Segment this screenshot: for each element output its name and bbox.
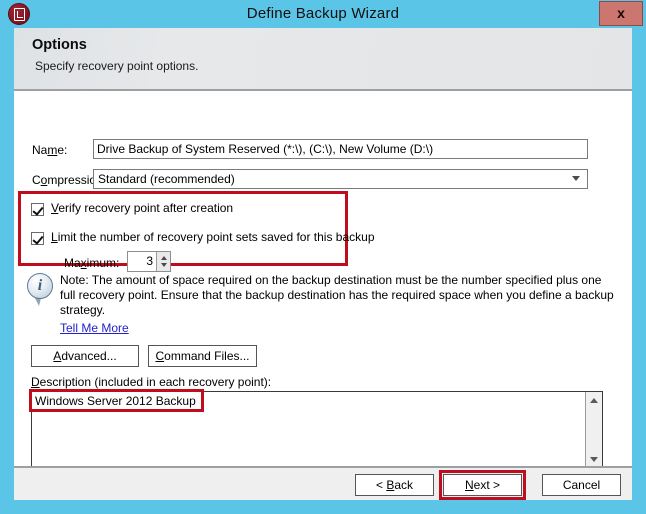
- scroll-up-icon[interactable]: [586, 392, 602, 409]
- checkbox-checked-icon: [31, 203, 44, 216]
- compression-dropdown[interactable]: Standard (recommended): [93, 169, 588, 189]
- compression-selected-value: Standard (recommended): [98, 172, 235, 186]
- close-button[interactable]: x: [599, 1, 643, 26]
- next-button[interactable]: Next >: [443, 474, 522, 496]
- define-backup-wizard-window: Define Backup Wizard x Options Specify r…: [0, 0, 646, 514]
- info-icon: [25, 273, 55, 307]
- spinner-up-icon[interactable]: [161, 256, 167, 260]
- dialog-body: Name: Compression: Standard (recommended…: [14, 93, 632, 469]
- dialog-client-area: Options Specify recovery point options. …: [14, 28, 632, 500]
- tell-me-more-link[interactable]: Tell Me More: [60, 321, 129, 335]
- page-title: Options: [32, 37, 87, 53]
- maximum-spinner-buttons[interactable]: [156, 252, 170, 271]
- maximum-stepper[interactable]: 3: [127, 251, 171, 272]
- description-scrollbar[interactable]: [585, 392, 602, 468]
- maximum-value[interactable]: 3: [128, 252, 156, 271]
- note-text: Note: The amount of space required on th…: [60, 273, 614, 317]
- advanced-button[interactable]: Advanced...: [31, 345, 139, 367]
- description-textarea[interactable]: Windows Server 2012 Backup: [31, 391, 603, 469]
- cancel-button[interactable]: Cancel: [542, 474, 621, 496]
- title-bar: Define Backup Wizard x: [0, 0, 646, 28]
- description-label: Description (included in each recovery p…: [31, 375, 272, 389]
- limit-recovery-point-sets-label: Limit the number of recovery point sets …: [51, 230, 375, 244]
- dialog-footer: < Back Next > Cancel: [14, 466, 632, 500]
- name-input[interactable]: [93, 139, 588, 159]
- wizard-header: Options Specify recovery point options.: [14, 28, 632, 91]
- checkbox-checked-icon: [31, 232, 44, 245]
- window-title: Define Backup Wizard: [246, 5, 400, 22]
- name-label: Name:: [32, 143, 68, 157]
- text-caret: [202, 395, 203, 409]
- maximum-label: Maximum:: [64, 256, 120, 270]
- chevron-down-icon: [572, 176, 580, 181]
- verify-recovery-point-label: Verify recovery point after creation: [51, 201, 234, 215]
- command-files-button[interactable]: Command Files...: [148, 345, 257, 367]
- back-button[interactable]: < Back: [355, 474, 434, 496]
- description-value: Windows Server 2012 Backup: [35, 394, 196, 408]
- page-subtitle: Specify recovery point options.: [35, 59, 199, 73]
- spinner-down-icon[interactable]: [161, 263, 167, 267]
